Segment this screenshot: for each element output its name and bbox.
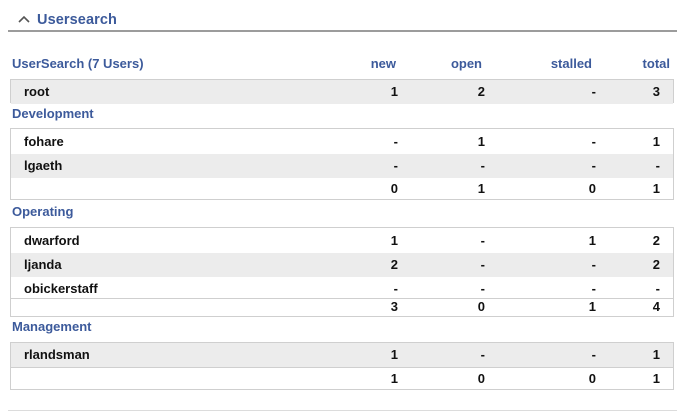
cell-new[interactable]: 2 xyxy=(358,258,398,272)
cell-open[interactable]: - xyxy=(445,348,485,362)
cell-stalled[interactable]: 1 xyxy=(556,234,596,248)
cell-new[interactable]: 1 xyxy=(358,234,398,248)
group-title-operating: Operating xyxy=(12,204,74,219)
table-row[interactable]: obickerstaff - - - - xyxy=(11,277,673,301)
sum-open: 1 xyxy=(477,181,485,196)
column-header-open[interactable]: open xyxy=(420,56,482,72)
cell-total[interactable]: - xyxy=(620,159,660,173)
table-row[interactable]: dwarford 1 - 1 2 xyxy=(11,229,673,253)
group-box-operating: dwarford 1 - 1 2 ljanda 2 - - 2 obickers… xyxy=(10,227,674,299)
cell-total[interactable]: - xyxy=(620,282,660,296)
cell-stalled[interactable]: - xyxy=(556,85,596,99)
cell-new[interactable]: 1 xyxy=(358,85,398,99)
sum-new: 0 xyxy=(390,181,398,196)
cell-stalled[interactable]: - xyxy=(556,282,596,296)
group-box-management: rlandsman 1 - - 1 xyxy=(10,342,674,368)
table-row[interactable]: ljanda 2 - - 2 xyxy=(11,253,673,277)
user-name[interactable]: obickerstaff xyxy=(24,282,98,296)
table-title: UserSearch (7 Users) xyxy=(12,56,144,71)
sum-new: 3 xyxy=(390,299,398,314)
group-box-development: fohare - 1 - 1 lgaeth - - - - xyxy=(10,128,674,178)
cell-new[interactable]: - xyxy=(358,282,398,296)
cell-stalled[interactable]: - xyxy=(556,135,596,149)
cell-stalled[interactable]: - xyxy=(556,159,596,173)
sum-open: 0 xyxy=(477,371,485,386)
sum-stalled: 0 xyxy=(588,371,596,386)
table-row[interactable]: fohare - 1 - 1 xyxy=(11,130,673,154)
cell-open[interactable]: 1 xyxy=(445,135,485,149)
user-name[interactable]: ljanda xyxy=(24,258,62,272)
cell-new[interactable]: - xyxy=(358,135,398,149)
user-name[interactable]: rlandsman xyxy=(24,348,90,362)
cell-open[interactable]: 2 xyxy=(445,85,485,99)
cell-total[interactable]: 1 xyxy=(620,348,660,362)
sum-stalled: 0 xyxy=(588,181,596,196)
cell-new[interactable]: 1 xyxy=(358,348,398,362)
column-header-stalled[interactable]: stalled xyxy=(520,56,592,72)
group-title-development: Development xyxy=(12,106,94,121)
table-row[interactable]: lgaeth - - - - xyxy=(11,154,673,178)
cell-open[interactable]: - xyxy=(445,234,485,248)
sum-total: 1 xyxy=(652,371,660,386)
bottom-divider xyxy=(8,410,677,411)
panel-title[interactable]: Usersearch xyxy=(37,12,117,28)
user-name[interactable]: root xyxy=(24,85,49,99)
user-name[interactable]: lgaeth xyxy=(24,159,62,173)
user-box-root: root 1 2 - 3 xyxy=(10,79,674,104)
user-name[interactable]: dwarford xyxy=(24,234,80,248)
chevron-up-icon[interactable] xyxy=(17,14,31,24)
panel-header: Usersearch xyxy=(8,6,677,32)
cell-open[interactable]: - xyxy=(445,258,485,272)
cell-open[interactable]: - xyxy=(445,159,485,173)
cell-total[interactable]: 3 xyxy=(620,85,660,99)
column-header-total[interactable]: total xyxy=(620,56,670,72)
group-sum-row-management: 1 0 0 1 xyxy=(10,368,674,390)
group-sum-row-development: 0 1 0 1 xyxy=(10,178,674,200)
group-sum-row-operating: 3 0 1 4 xyxy=(10,299,674,317)
cell-total[interactable]: 2 xyxy=(620,258,660,272)
cell-stalled[interactable]: - xyxy=(556,348,596,362)
cell-total[interactable]: 1 xyxy=(620,135,660,149)
sum-total: 1 xyxy=(652,181,660,196)
table-row[interactable]: rlandsman 1 - - 1 xyxy=(11,343,673,367)
group-title-management: Management xyxy=(12,319,92,334)
sum-open: 0 xyxy=(477,299,485,314)
sum-stalled: 1 xyxy=(588,299,596,314)
cell-total[interactable]: 2 xyxy=(620,234,660,248)
cell-open[interactable]: - xyxy=(445,282,485,296)
user-name[interactable]: fohare xyxy=(24,135,64,149)
sum-new: 1 xyxy=(390,371,398,386)
cell-new[interactable]: - xyxy=(358,159,398,173)
column-header-new[interactable]: new xyxy=(340,56,396,72)
sum-total: 4 xyxy=(652,299,660,314)
cell-stalled[interactable]: - xyxy=(556,258,596,272)
table-row[interactable]: root 1 2 - 3 xyxy=(11,80,673,104)
